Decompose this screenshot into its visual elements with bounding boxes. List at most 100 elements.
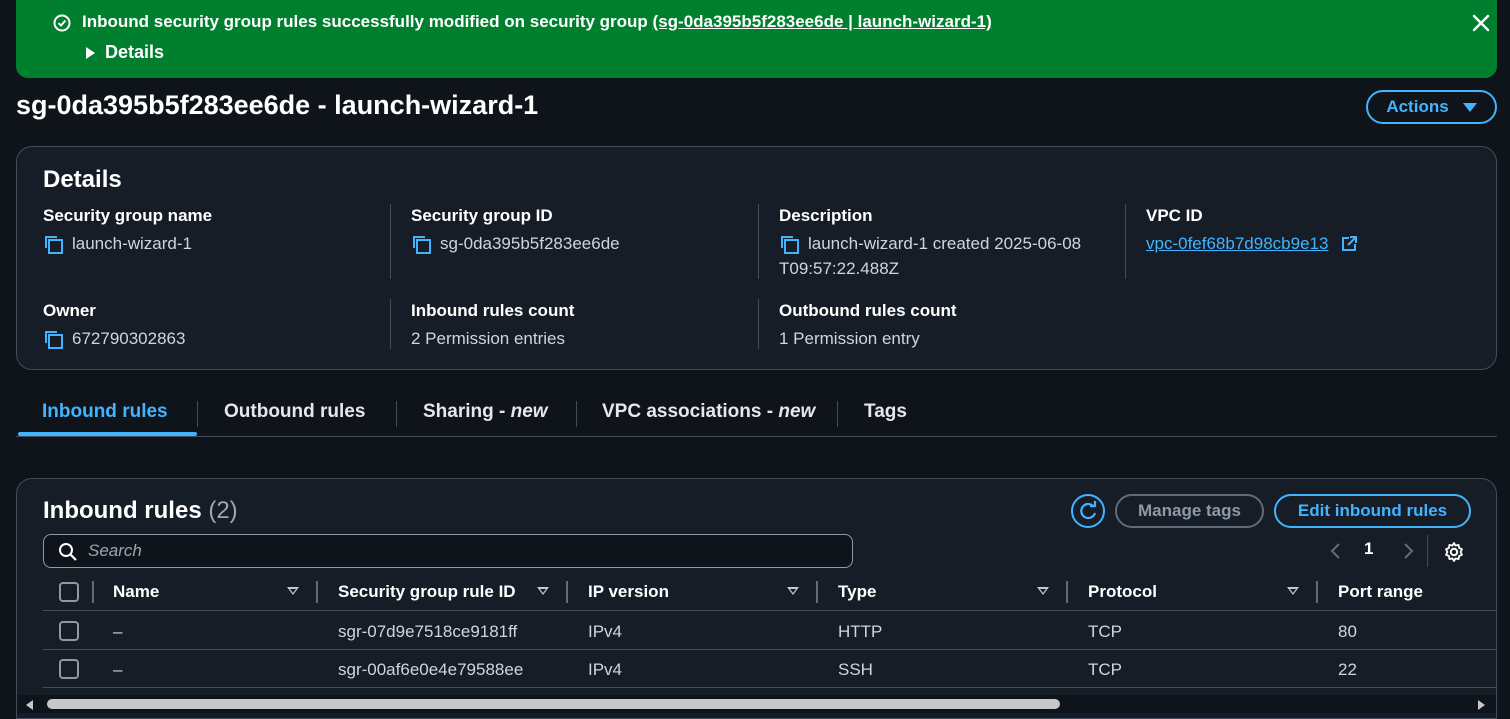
column-header-protocol[interactable]: Protocol	[1088, 582, 1157, 602]
field-label: VPC ID	[1146, 206, 1203, 225]
tab-label: Inbound rules	[42, 401, 168, 422]
field-value: sg-0da395b5f283ee6de	[440, 234, 620, 253]
cell-port-range: 80	[1338, 622, 1357, 641]
vpc-id-field: VPC ID vpc-0fef68b7d98cb9e13	[1146, 206, 1358, 256]
search-field[interactable]	[43, 534, 853, 568]
divider	[390, 299, 391, 349]
scroll-right-arrow-icon[interactable]	[1478, 700, 1485, 710]
table-row[interactable]: – sgr-00af6e0e4e79588ee IPv4 SSH TCP 22	[43, 650, 1496, 688]
scrollbar-thumb[interactable]	[47, 699, 1060, 709]
page-number[interactable]: 1	[1364, 539, 1373, 559]
edit-inbound-rules-button[interactable]: Edit inbound rules	[1274, 494, 1471, 528]
column-header-type[interactable]: Type	[838, 582, 876, 602]
vpc-id-link[interactable]: vpc-0fef68b7d98cb9e13	[1146, 231, 1328, 256]
search-input[interactable]	[88, 539, 828, 563]
caret-right-icon	[86, 46, 95, 59]
gear-icon[interactable]	[1443, 541, 1465, 563]
divider	[390, 204, 391, 279]
security-group-name-field: Security group name launch-wizard-1	[43, 206, 212, 256]
success-flash-banner: Inbound security group rules successfull…	[16, 0, 1497, 78]
owner-field: Owner 672790302863	[43, 301, 185, 351]
tab-vpc-associations[interactable]: VPC associations - new	[602, 401, 815, 423]
field-label: Security group name	[43, 206, 213, 225]
refresh-icon	[1080, 501, 1097, 520]
sort-icon[interactable]	[1287, 587, 1299, 595]
search-icon	[59, 543, 77, 561]
tab-sharing[interactable]: Sharing - new	[423, 401, 548, 423]
flash-security-group-link[interactable]: (sg-0da395b5f283ee6de | launch-wizard-1)	[653, 12, 992, 31]
details-title: Details	[43, 166, 122, 193]
flash-message: Inbound security group rules successfull…	[82, 12, 992, 32]
row-checkbox[interactable]	[59, 621, 79, 641]
page-title: sg-0da395b5f283ee6de - launch-wizard-1	[16, 90, 539, 120]
cell-name: –	[113, 622, 123, 641]
column-divider	[816, 581, 818, 603]
flash-message-text: Inbound security group rules successfull…	[82, 12, 653, 31]
sort-icon[interactable]	[1037, 587, 1049, 595]
table-header: Name Security group rule ID IP version T…	[43, 574, 1496, 611]
divider	[758, 204, 759, 279]
refresh-button[interactable]	[1071, 494, 1105, 528]
field-value-continued: T09:57:22.488Z	[779, 259, 900, 278]
pagination: 1	[1323, 537, 1433, 565]
field-value: 1 Permission entry	[779, 329, 920, 348]
select-all-checkbox[interactable]	[59, 582, 79, 602]
row-checkbox[interactable]	[59, 659, 79, 679]
column-divider	[1066, 581, 1068, 603]
field-label: Security group ID	[411, 206, 553, 225]
sort-icon[interactable]	[287, 587, 299, 595]
copy-icon[interactable]	[43, 329, 64, 350]
divider	[1125, 204, 1126, 279]
tab-label: Outbound rules	[224, 401, 366, 422]
column-header-rule-id[interactable]: Security group rule ID	[338, 582, 516, 602]
tab-outbound-rules[interactable]: Outbound rules	[224, 401, 365, 423]
active-tab-indicator	[18, 432, 197, 436]
inbound-rules-title: Inbound rules (2)	[43, 497, 238, 525]
cell-ip-version: IPv4	[588, 622, 623, 641]
cell-rule-id: sgr-07d9e7518ce9181ff	[338, 622, 518, 641]
tab-new-badge: new	[510, 401, 548, 422]
cell-port-range: 22	[1338, 660, 1357, 679]
horizontal-scrollbar[interactable]	[17, 695, 1496, 713]
field-value: 2 Permission entries	[411, 329, 566, 348]
table-row[interactable]: – sgr-07d9e7518ce9181ff IPv4 HTTP TCP 80	[43, 612, 1496, 650]
tab-separator	[197, 401, 198, 427]
column-header-name[interactable]: Name	[113, 582, 159, 602]
sort-icon[interactable]	[787, 587, 799, 595]
column-divider	[316, 581, 318, 603]
inbound-rules-count-field: Inbound rules count 2 Permission entries	[411, 301, 574, 351]
flash-details-expander[interactable]: Details	[86, 42, 164, 63]
actions-button[interactable]: Actions	[1366, 90, 1497, 124]
copy-icon[interactable]	[43, 234, 64, 255]
flash-details-label: Details	[105, 42, 165, 62]
tab-separator	[396, 401, 397, 427]
description-field: Description launch-wizard-1 created 2025…	[779, 206, 1081, 281]
tab-bar: Inbound rules Outbound rules Sharing - n…	[16, 395, 1497, 437]
field-label: Inbound rules count	[411, 301, 575, 320]
chevron-right-icon[interactable]	[1401, 541, 1415, 561]
tab-label: Sharing -	[423, 401, 511, 422]
tab-new-badge: new	[778, 401, 816, 422]
field-value: launch-wizard-1	[72, 234, 192, 253]
divider	[758, 299, 759, 349]
sort-icon[interactable]	[537, 587, 549, 595]
column-header-ip-version[interactable]: IP version	[588, 582, 669, 602]
chevron-left-icon[interactable]	[1329, 541, 1343, 561]
manage-tags-button[interactable]: Manage tags	[1115, 494, 1264, 528]
caret-down-icon	[1462, 102, 1477, 112]
cell-protocol: TCP	[1088, 660, 1122, 679]
cell-protocol: TCP	[1088, 622, 1122, 641]
cell-type: SSH	[838, 660, 873, 679]
tab-tags[interactable]: Tags	[864, 401, 907, 423]
divider	[1427, 535, 1428, 567]
column-header-port-range[interactable]: Port range	[1338, 582, 1423, 602]
copy-icon[interactable]	[411, 234, 432, 255]
close-icon[interactable]	[1470, 12, 1492, 34]
scroll-left-arrow-icon[interactable]	[26, 700, 33, 710]
copy-icon[interactable]	[779, 234, 800, 255]
tab-inbound-rules[interactable]: Inbound rules	[42, 401, 168, 423]
cell-rule-id: sgr-00af6e0e4e79588ee	[338, 660, 524, 679]
inbound-rules-count: (2)	[208, 497, 238, 524]
field-value: launch-wizard-1 created 2025-06-08	[808, 234, 1082, 253]
field-label: Description	[779, 206, 873, 225]
